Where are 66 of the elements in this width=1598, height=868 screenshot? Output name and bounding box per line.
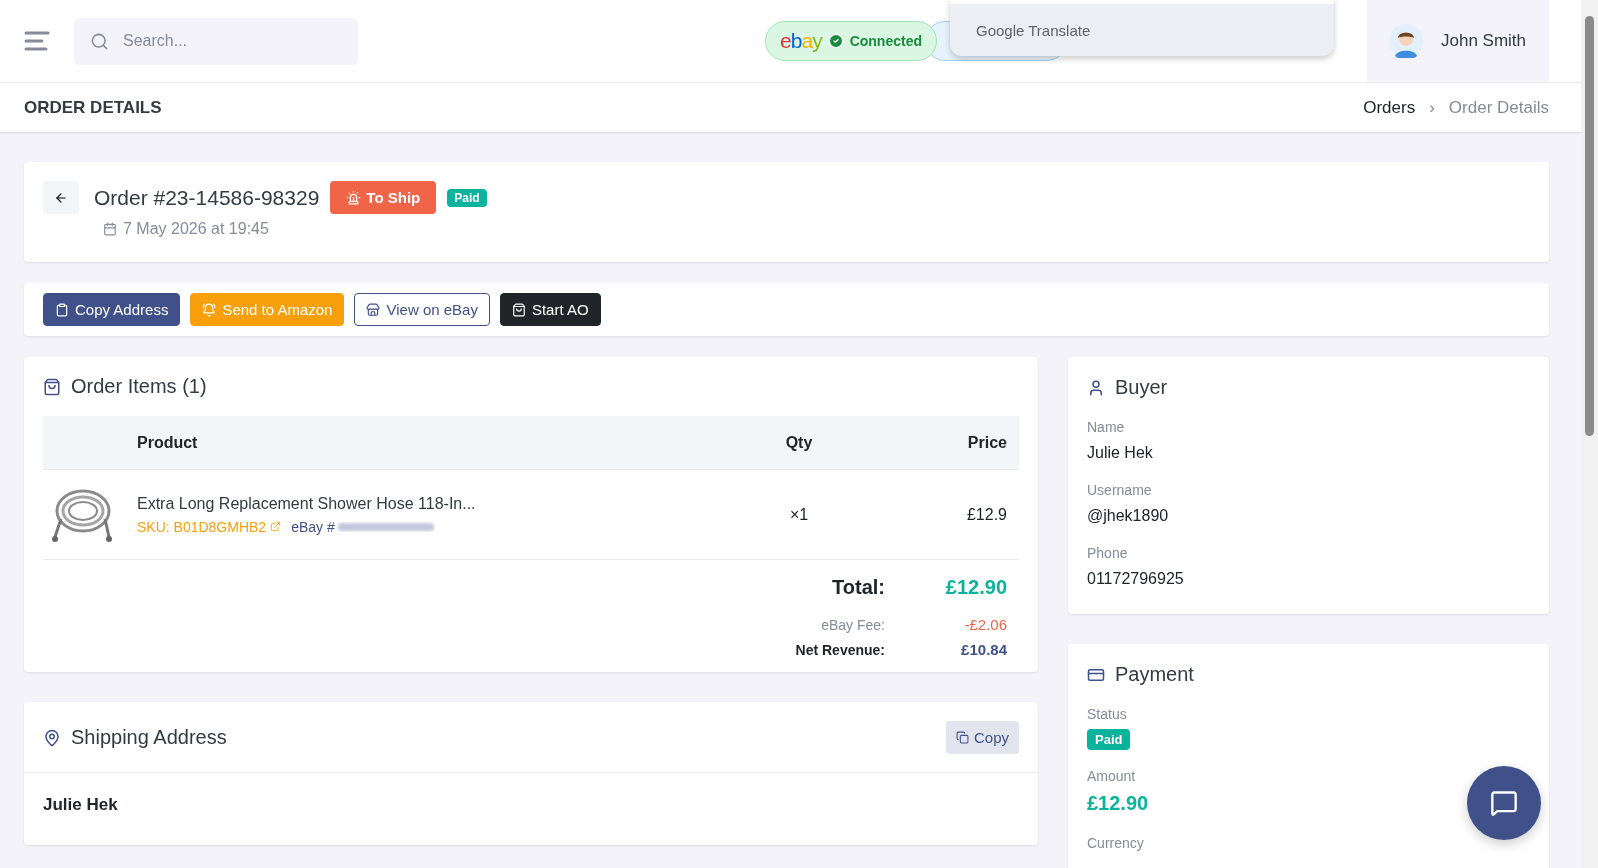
breadcrumb-separator: ›: [1429, 97, 1435, 118]
net-revenue-value: £10.84: [960, 641, 1007, 658]
user-menu[interactable]: John Smith: [1367, 0, 1549, 82]
column-header: Qty: [784, 433, 814, 452]
amount-value: £12.90: [1087, 792, 1149, 815]
field-label: Username: [1087, 482, 1152, 498]
calendar-icon: [103, 222, 117, 236]
card-title: Buyer: [1115, 376, 1168, 399]
action-button[interactable]: Copy Address: [43, 293, 181, 326]
search-field[interactable]: Search...: [74, 17, 358, 65]
back-button[interactable]: [43, 181, 79, 214]
order-number: Order #23-14586-98329: [94, 185, 320, 210]
bag-icon: [511, 302, 526, 317]
ebay-reference: eBay #: [291, 518, 335, 535]
page-title: ORDER DETAILS: [24, 97, 162, 118]
clipboard-icon: [55, 302, 69, 317]
field-value: 01172796925: [1087, 570, 1184, 588]
quantity-cell-text: ×1: [788, 505, 810, 524]
avatar-icon: [1389, 24, 1423, 58]
external-link-icon: [270, 521, 282, 532]
field-value: @jhek1890: [1087, 507, 1169, 525]
price-cell-text: £12.9: [965, 505, 1008, 524]
field-label: Amount: [1087, 768, 1136, 784]
search-input[interactable]: Search...: [121, 31, 325, 51]
order-date: 7 May 2026 at 19:45: [123, 220, 269, 238]
ebay-logo: ebay: [780, 29, 822, 53]
card-title: Shipping Address: [71, 726, 227, 749]
bell-icon: [202, 302, 217, 317]
field-value: Julie Hek: [1087, 444, 1153, 462]
action-button[interactable]: View on eBay: [354, 293, 490, 326]
net-revenue-label: Net Revenue:: [794, 642, 885, 658]
popup-label: Google Translate: [976, 21, 1091, 39]
check-icon: [827, 33, 844, 49]
field-label: Status: [1087, 706, 1127, 722]
card-title: Payment: [1115, 663, 1194, 686]
column-header: Product: [137, 433, 199, 452]
recipient-name: Julie Hek: [42, 794, 119, 816]
total-label: Total:: [831, 576, 885, 599]
siren-icon: [346, 190, 362, 205]
total-value: £12.90: [944, 576, 1007, 599]
paid-badge: Paid: [447, 188, 487, 207]
user-name: John Smith: [1441, 31, 1527, 51]
field-label: Currency: [1087, 835, 1144, 851]
copy-icon: [955, 731, 969, 744]
location-pin-icon: [43, 728, 61, 747]
copy-button[interactable]: Copy: [945, 721, 1019, 754]
card-title: Order Items (1): [71, 375, 207, 398]
action-button[interactable]: Start AO: [499, 293, 601, 326]
fee-value: -£2.06: [963, 616, 1007, 633]
menu-icon[interactable]: [24, 30, 52, 52]
paid-badge: Paid: [1087, 729, 1131, 750]
product-name: Extra Long Replacement Shower Hose 118-In...: [137, 494, 477, 513]
fee-label: eBay Fee:: [820, 617, 885, 633]
scrollbar[interactable]: [1581, 0, 1598, 868]
chat-icon: [1490, 789, 1518, 817]
status-label: Connected: [849, 33, 922, 49]
breadcrumb-link[interactable]: Orders: [1363, 97, 1416, 118]
column-header: Price: [966, 433, 1008, 452]
bag-icon: [43, 377, 61, 396]
field-label: Phone: [1087, 545, 1128, 561]
status-badge: To Ship: [330, 181, 437, 214]
search-icon: [90, 31, 109, 51]
store-icon: [366, 302, 381, 317]
field-label: Name: [1087, 419, 1125, 435]
breadcrumb-link[interactable]: Order Details: [1448, 97, 1549, 118]
user-icon: [1087, 378, 1105, 397]
